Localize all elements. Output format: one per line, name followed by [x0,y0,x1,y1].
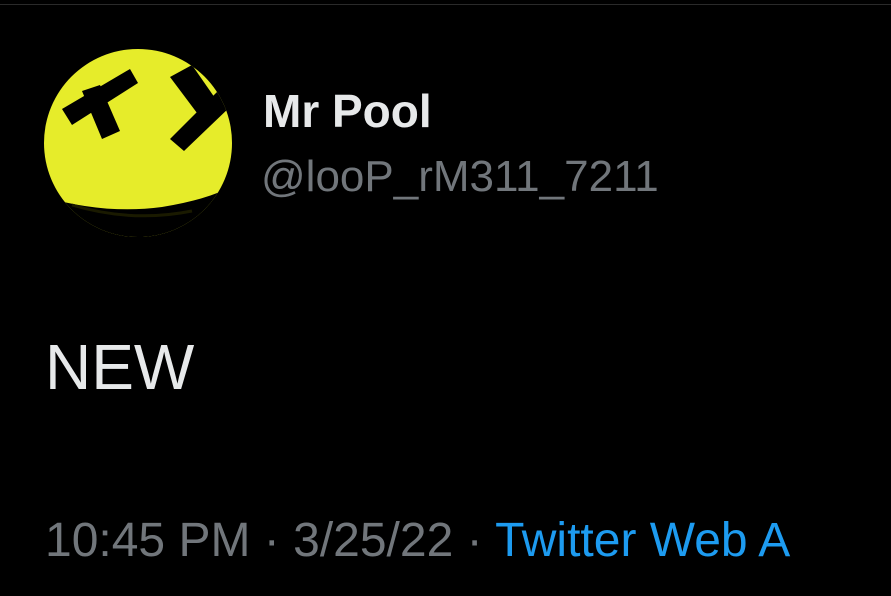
meta-separator: · [263,514,280,567]
tweet-time[interactable]: 10:45 PM [45,514,250,567]
tweet-text: NEW [45,331,195,403]
user-handle[interactable]: @looP_rM311_7211 [261,152,659,202]
display-name[interactable]: Mr Pool [263,84,432,138]
avatar[interactable] [42,47,234,239]
tweet-date[interactable]: 3/25/22 [293,514,453,567]
tweet-meta: 10:45 PM · 3/25/22 · Twitter Web A [45,513,790,568]
meta-separator: · [466,514,483,567]
top-divider [0,4,891,5]
yellow-face-avatar-icon [44,49,232,237]
tweet-source-link[interactable]: Twitter Web A [495,514,790,567]
